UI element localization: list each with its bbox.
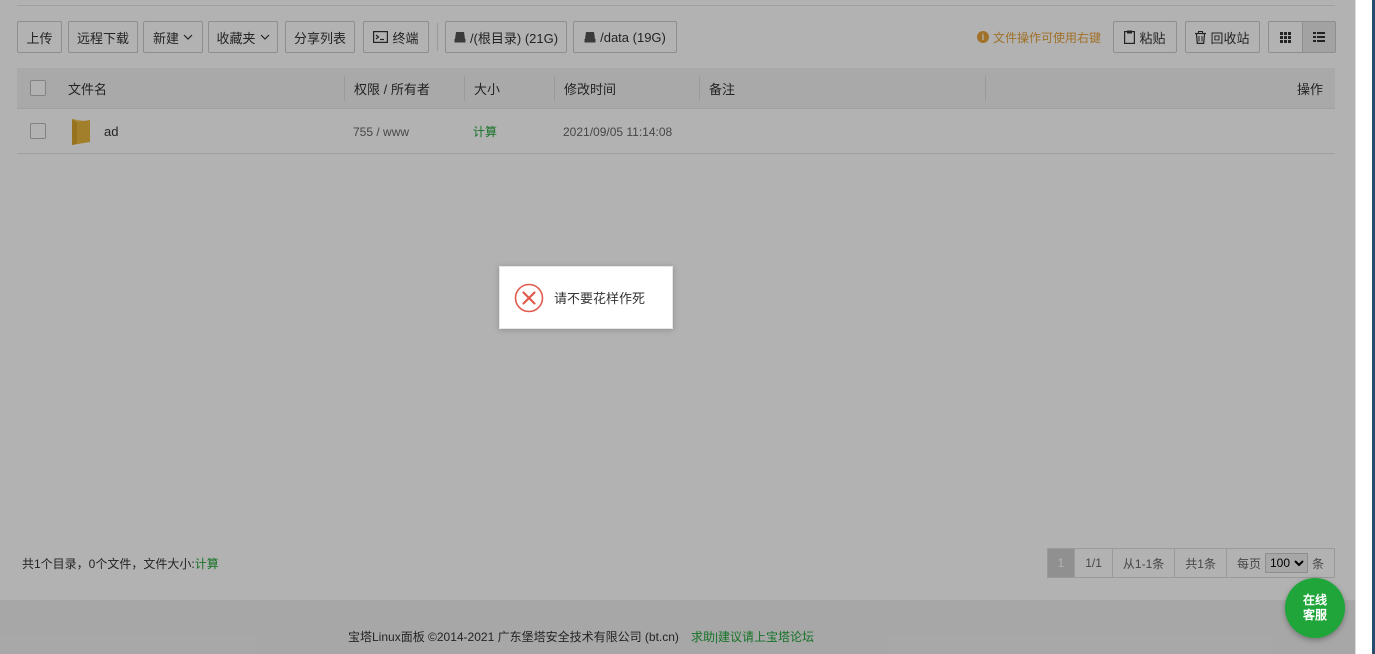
modal-overlay[interactable] bbox=[0, 0, 1355, 654]
right-scroll-area bbox=[1355, 0, 1375, 654]
support-label-line1: 在线 bbox=[1302, 593, 1327, 607]
online-support-button[interactable]: 在线 客服 bbox=[1285, 578, 1345, 638]
error-circle-icon bbox=[514, 283, 544, 312]
support-label-line2: 客服 bbox=[1302, 608, 1327, 622]
toast-message: 请不要花样作死 bbox=[554, 291, 646, 306]
error-toast: 请不要花样作死 bbox=[499, 266, 673, 329]
